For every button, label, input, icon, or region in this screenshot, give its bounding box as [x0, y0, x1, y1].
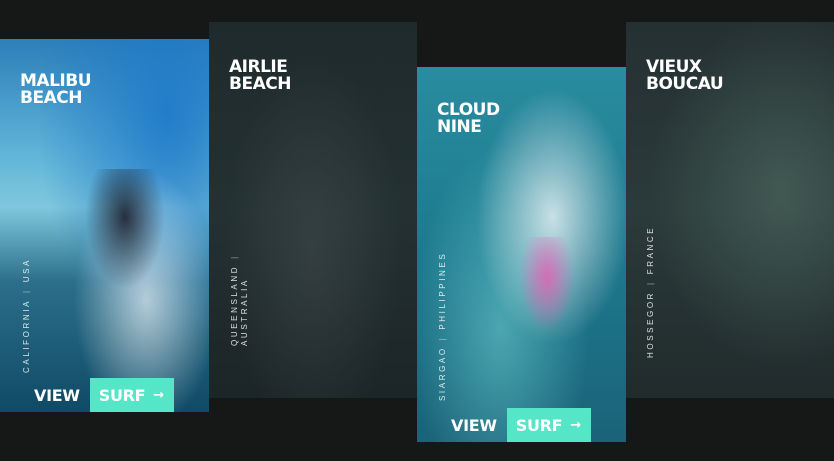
location-separator: |: [438, 335, 447, 341]
surf-button[interactable]: SURF →: [89, 378, 174, 412]
card-airlie-beach[interactable]: AIRLIE BEACH QUEENSLAND | AUSTRALIA: [209, 22, 417, 398]
surf-button-label: SURF: [515, 415, 563, 435]
card-location: SIARGAO | PHILIPPINES: [438, 252, 448, 401]
location-country: PHILIPPINES: [438, 251, 447, 330]
card-title-line-2: BEACH: [229, 74, 291, 94]
card-title: MALIBU BEACH: [20, 73, 92, 108]
card-title-line-2: NINE: [437, 117, 482, 137]
surf-button[interactable]: SURF →: [506, 408, 591, 442]
card-location: HOSSEGOR | FRANCE: [646, 226, 656, 358]
card-malibu-beach[interactable]: MALIBU BEACH CALIFORNIA | USA VIEW SURF →: [0, 39, 209, 412]
location-separator: |: [230, 254, 239, 259]
arrow-right-icon: →: [153, 387, 164, 403]
card-title-line-2: BOUCAU: [646, 74, 724, 94]
view-label: VIEW: [34, 385, 80, 405]
view-surf-group: VIEW SURF →: [34, 378, 174, 412]
location-region: HOSSEGOR: [646, 290, 655, 358]
view-surf-group: VIEW SURF →: [451, 408, 591, 442]
location-separator: |: [22, 288, 31, 293]
arrow-right-icon: →: [570, 417, 581, 433]
card-title: VIEUX BOUCAU: [646, 59, 724, 94]
location-country: AUSTRALIA: [240, 278, 249, 346]
view-label: VIEW: [451, 415, 497, 435]
location-region: CALIFORNIA: [22, 298, 31, 373]
card-location: CALIFORNIA | USA: [22, 258, 32, 373]
location-country: USA: [22, 258, 31, 283]
card-vieux-boucau[interactable]: VIEUX BOUCAU HOSSEGOR | FRANCE: [626, 22, 834, 398]
card-title-line-2: BEACH: [20, 88, 82, 108]
location-region: QUEENSLAND: [230, 264, 239, 346]
card-cloud-nine[interactable]: CLOUD NINE SIARGAO | PHILIPPINES VIEW SURF…: [417, 67, 626, 442]
card-location: QUEENSLAND | AUSTRALIA: [230, 248, 250, 346]
location-region: SIARGAO: [438, 346, 447, 401]
surf-button-label: SURF: [98, 385, 146, 405]
card-title: AIRLIE BEACH: [229, 59, 291, 93]
location-separator: |: [646, 280, 655, 285]
location-country: FRANCE: [646, 225, 655, 275]
surf-spots-carousel: MALIBU BEACH CALIFORNIA|USA VIEW SURF → …: [0, 0, 834, 461]
card-title: CLOUD NINE: [437, 102, 500, 136]
